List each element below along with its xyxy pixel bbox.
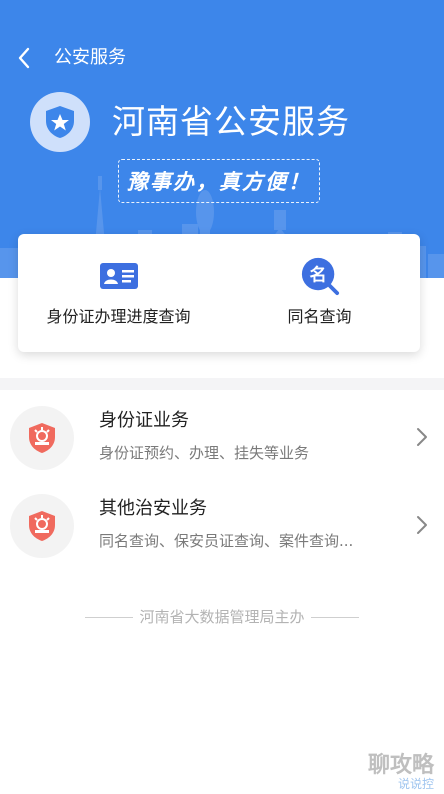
nav-title: 公安服务 (54, 47, 126, 68)
back-arrow-icon (18, 47, 30, 69)
name-search-icon: 名 (300, 256, 340, 296)
slogan-banner: 豫事办，真方便！ (118, 159, 320, 203)
service-description: 身份证预约、办理、挂失等业务 (99, 444, 310, 462)
hero-title: 河南省公安服务 (112, 102, 350, 141)
footer-divider-right (310, 616, 359, 618)
quick-action-same-name[interactable]: 名 同名查询 (219, 234, 420, 352)
footer-sponsor-note: 河南省大数据管理局主办 (0, 606, 444, 628)
service-title: 其他治安业务 (99, 498, 207, 519)
name-search-icon-text: 名 (309, 265, 326, 286)
footer-text: 河南省大数据管理局主办 (139, 608, 305, 626)
watermark-subtext: 说说控 (398, 776, 434, 790)
slogan-text: 豫事办，真方便！ (127, 170, 311, 194)
quick-actions-card: 身份证办理进度查询 名 同名查询 (18, 234, 420, 352)
service-title: 身份证业务 (99, 410, 189, 431)
service-description: 同名查询、保安员证查询、案件查询... (99, 532, 354, 550)
quick-action-label: 身份证办理进度查询 (46, 307, 191, 326)
navigation-bar: 公安服务 (0, 36, 444, 80)
police-badge-icon (10, 406, 74, 470)
chevron-right-icon (417, 428, 427, 446)
police-emblem-icon (30, 92, 90, 152)
back-button[interactable] (6, 40, 42, 76)
service-item-public-security[interactable]: 其他治安业务 同名查询、保安员证查询、案件查询... (0, 480, 444, 568)
police-badge-icon (10, 494, 74, 558)
chevron-right-icon (417, 516, 427, 534)
quick-action-id-progress[interactable]: 身份证办理进度查询 (18, 234, 219, 352)
service-item-id-card[interactable]: 身份证业务 身份证预约、办理、挂失等业务 (0, 392, 444, 480)
section-divider (0, 378, 444, 390)
footer-divider-left (85, 616, 134, 618)
watermark-text: 聊攻略 (368, 752, 435, 778)
watermark-logo: 聊攻略 说说控 (368, 752, 435, 790)
id-card-icon (99, 256, 139, 296)
quick-action-label: 同名查询 (287, 307, 352, 326)
